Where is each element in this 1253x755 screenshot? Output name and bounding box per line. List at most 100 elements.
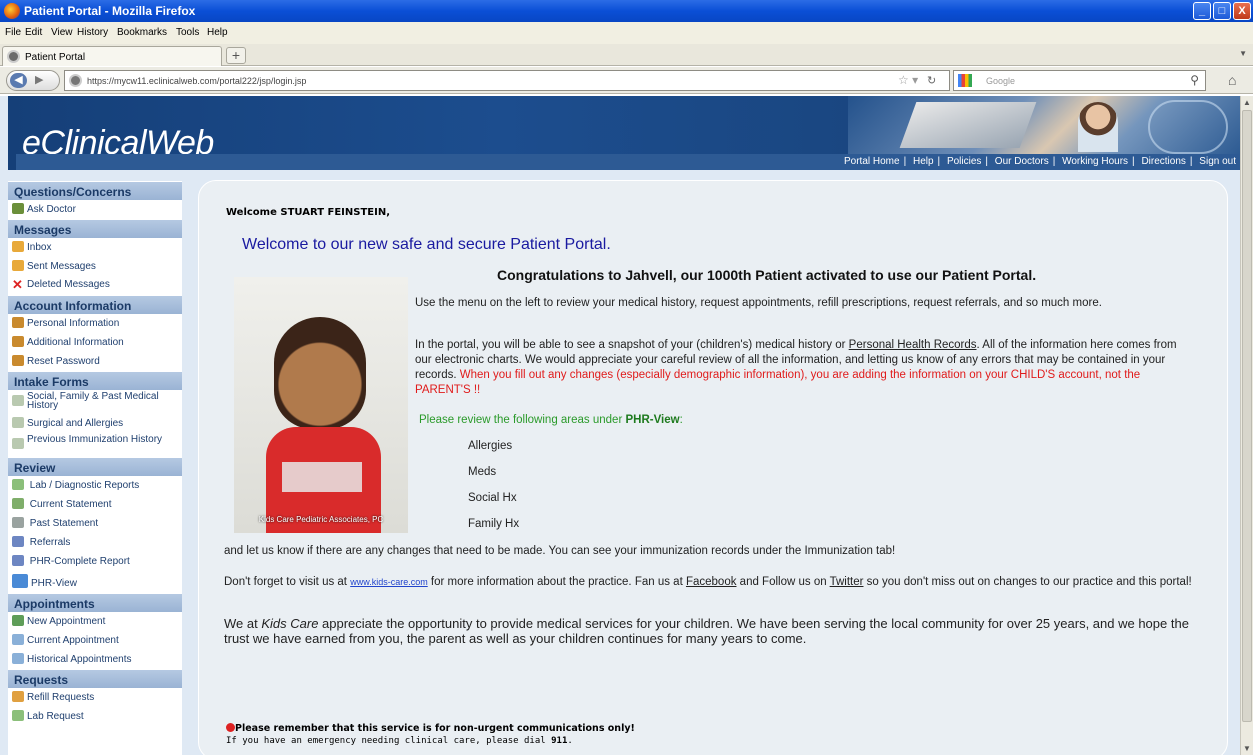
sidebar-item-label: Inbox	[27, 242, 52, 253]
reload-icon[interactable]: ↻	[927, 74, 936, 87]
back-forward-group: ◀ ▶	[6, 70, 60, 91]
new-tab-button[interactable]: +	[226, 47, 246, 64]
close-button[interactable]: X	[1233, 2, 1251, 20]
menu-history[interactable]: History	[77, 27, 108, 38]
menu-file[interactable]: File	[5, 27, 21, 38]
statement-icon	[12, 498, 24, 509]
nav-policies[interactable]: Policies	[943, 156, 985, 167]
nav-portal-home[interactable]: Portal Home	[840, 156, 904, 167]
home-icon[interactable]: ⌂	[1228, 72, 1236, 88]
sidebar-item-lab-reports[interactable]: Lab / Diagnostic Reports	[8, 476, 182, 495]
sidebar-item-past-statement[interactable]: Past Statement	[8, 514, 182, 533]
website-link[interactable]: www.kids-care.com	[350, 577, 428, 587]
doctor-graphic	[1078, 102, 1118, 152]
sidebar-item-ask-doctor[interactable]: Ask Doctor	[8, 200, 182, 219]
sidebar-item-label: New Appointment	[27, 616, 106, 627]
nav-sign-out[interactable]: Sign out	[1195, 156, 1240, 167]
sidebar-item-refill-requests[interactable]: Refill Requests	[8, 688, 182, 707]
facebook-link[interactable]: Facebook	[686, 576, 737, 588]
nav-help[interactable]: Help	[909, 156, 938, 167]
sidebar-item-social-family-history[interactable]: Social, Family & Past Medical History	[8, 390, 182, 414]
bookmark-star-icon[interactable]: ☆ ▾	[898, 73, 918, 87]
scroll-down-icon[interactable]: ▼	[1243, 744, 1251, 753]
site-identity-icon[interactable]	[69, 74, 82, 87]
photo-caption: Kids Care Pediatric Associates, PC	[258, 515, 384, 524]
tab-patient-portal[interactable]: Patient Portal	[2, 46, 222, 66]
google-icon[interactable]	[958, 74, 972, 87]
welcome-user: Welcome STUART FEINSTEIN,	[226, 207, 390, 218]
users-icon	[12, 355, 24, 366]
about-text-2: appreciate the opportunity to provide me…	[224, 616, 1189, 646]
list-item-meds: Meds	[468, 466, 497, 478]
browser-window: Patient Portal - Mozilla Firefox _ □ X F…	[0, 0, 1253, 755]
search-bar[interactable]: Google ⚲	[953, 70, 1206, 91]
referral-icon	[12, 536, 24, 547]
sidebar-item-label: PHR-View	[31, 578, 77, 589]
menu-bar: File Edit View History Bookmarks Tools H…	[0, 22, 1253, 44]
lab-icon	[12, 479, 24, 490]
sidebar-item-label: Ask Doctor	[27, 204, 76, 215]
search-icon[interactable]: ⚲	[1190, 73, 1199, 87]
sidebar-item-historical-appointments[interactable]: Historical Appointments	[8, 650, 182, 669]
sidebar-item-inbox[interactable]: Inbox	[8, 238, 182, 257]
visit-text-4: so you don't miss out on changes to our …	[863, 576, 1192, 588]
sidebar-item-immunization-history[interactable]: Previous Immunization History	[8, 433, 182, 457]
top-nav: Portal Home | Help | Policies | Our Doctors…	[16, 154, 1240, 170]
sidebar-item-current-statement[interactable]: Current Statement	[8, 495, 182, 514]
scroll-thumb[interactable]	[1242, 110, 1252, 722]
emergency-number: 911	[551, 736, 568, 746]
title-bar: Patient Portal - Mozilla Firefox _ □ X	[0, 0, 1253, 22]
sidebar-item-phr-complete-report[interactable]: PHR-Complete Report	[8, 552, 182, 571]
phr-link[interactable]: Personal Health Records	[849, 339, 977, 351]
sidebar-item-personal-information[interactable]: Personal Information	[8, 314, 182, 333]
address-bar[interactable]: https://mycw11.eclinicalweb.com/portal22…	[64, 70, 950, 91]
menu-edit[interactable]: Edit	[25, 27, 42, 38]
visit-text-3: and Follow us on	[736, 576, 830, 588]
vertical-scrollbar[interactable]: ▲ ▼	[1240, 96, 1253, 755]
congrats-banner: Congratulations to Jahvell, our 1000th P…	[497, 267, 1037, 283]
about-text: We at	[224, 616, 262, 631]
sidebar-item-surgical-allergies[interactable]: Surgical and Allergies	[8, 414, 182, 433]
envelope-icon	[12, 260, 24, 271]
sidebar-item-sent-messages[interactable]: Sent Messages	[8, 257, 182, 276]
emergency-text: If you have an emergency needing clinica…	[226, 736, 552, 746]
emergency-period: .	[567, 736, 573, 746]
sidebar-item-label: Referrals	[29, 537, 71, 548]
section-intake-forms: Intake Forms	[8, 371, 182, 390]
patient-photo: Kids Care Pediatric Associates, PC	[234, 277, 408, 533]
envelope-icon	[12, 241, 24, 252]
minimize-button[interactable]: _	[1193, 2, 1211, 20]
tab-list-icon[interactable]: ▼	[1239, 49, 1247, 58]
sidebar-item-label: Reset Password	[27, 356, 100, 367]
sidebar-item-phr-view[interactable]: PHR-View	[8, 571, 182, 593]
sidebar-item-current-appointment[interactable]: Current Appointment	[8, 631, 182, 650]
calendar-icon	[12, 615, 24, 626]
folder-icon	[12, 417, 24, 428]
menu-tools[interactable]: Tools	[176, 27, 199, 38]
sidebar: Questions/Concerns Ask Doctor Messages I…	[8, 181, 182, 755]
twitter-link[interactable]: Twitter	[830, 576, 864, 588]
header-banner-image	[848, 96, 1240, 156]
sidebar-item-additional-information[interactable]: Additional Information	[8, 333, 182, 352]
maximize-button[interactable]: □	[1213, 2, 1231, 20]
scroll-up-icon[interactable]: ▲	[1243, 98, 1251, 107]
menu-help[interactable]: Help	[207, 27, 228, 38]
folder-icon	[12, 438, 24, 449]
forward-icon[interactable]: ▶	[35, 73, 43, 86]
sidebar-item-reset-password[interactable]: Reset Password	[8, 352, 182, 371]
sidebar-item-new-appointment[interactable]: New Appointment	[8, 612, 182, 631]
sidebar-item-referrals[interactable]: Referrals	[8, 533, 182, 552]
nav-directions[interactable]: Directions	[1137, 156, 1189, 167]
sidebar-item-label: Current Statement	[29, 499, 112, 510]
doctor-icon	[12, 203, 24, 214]
back-icon[interactable]: ◀	[10, 73, 27, 88]
window-title: Patient Portal - Mozilla Firefox	[24, 4, 196, 18]
sidebar-item-deleted-messages[interactable]: ✕ Deleted Messages	[8, 276, 182, 295]
nav-working-hours[interactable]: Working Hours	[1058, 156, 1132, 167]
users-icon	[12, 336, 24, 347]
nav-our-doctors[interactable]: Our Doctors	[991, 156, 1053, 167]
sidebar-item-lab-request[interactable]: Lab Request	[8, 707, 182, 726]
menu-view[interactable]: View	[51, 27, 73, 38]
visit-text-2: for more information about the practice.…	[427, 576, 686, 588]
menu-bookmarks[interactable]: Bookmarks	[117, 27, 167, 38]
